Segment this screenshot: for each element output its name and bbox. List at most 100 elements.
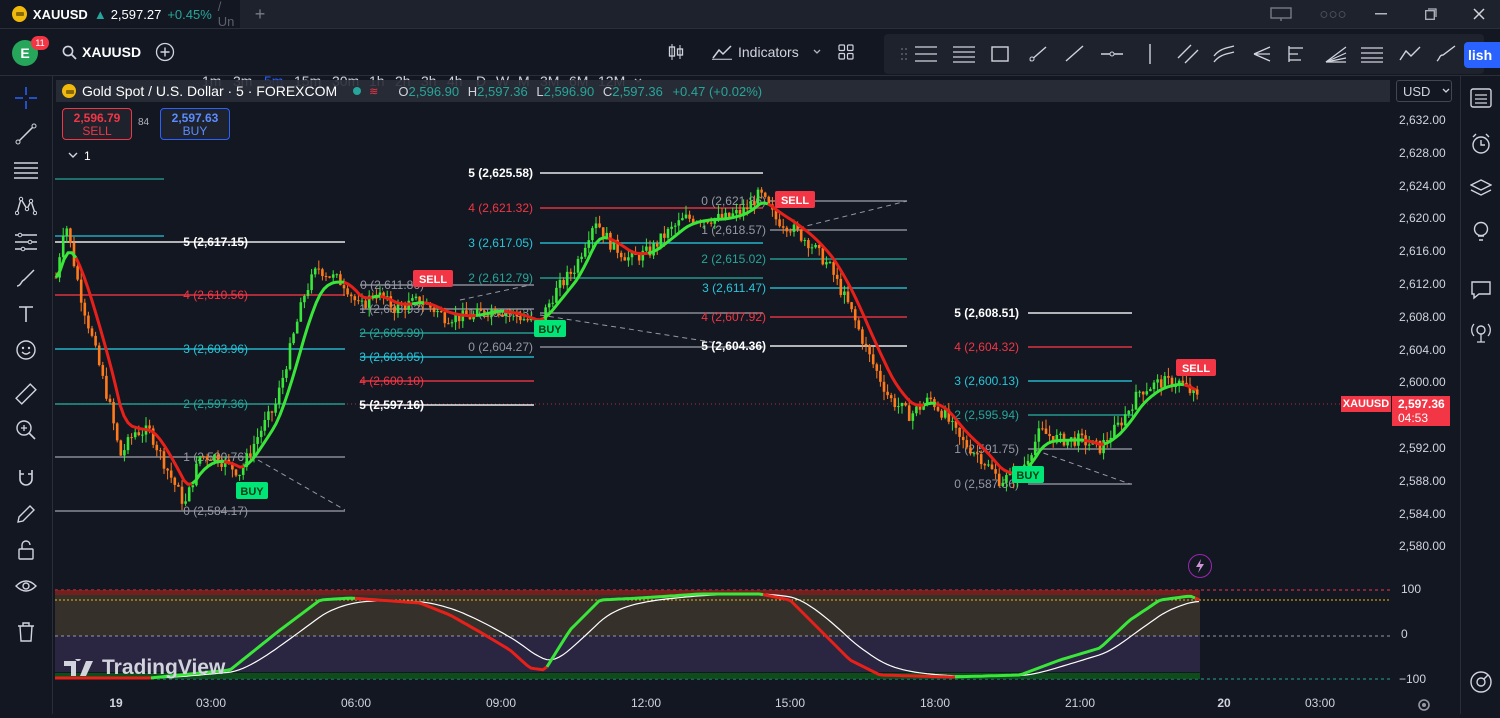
candle-body [588,240,591,248]
oscillator-axis-label: −100 [1399,672,1455,686]
bar-countdown: 04:53 [1398,411,1450,425]
candle-body [480,309,483,311]
indicator-collapse-toggle[interactable]: 1 [68,149,91,163]
oscillator-bottom-band [55,673,1200,679]
candle-body [310,274,313,290]
moving-average-line [372,296,380,297]
candle-body [206,456,209,459]
candle-body [577,259,580,273]
candle-body [746,207,749,209]
candle-body [739,210,742,214]
time-axis-label: 09:00 [486,696,516,710]
candle-body [1038,428,1041,441]
candle-body [1005,475,1008,483]
candle-body [1102,440,1105,453]
candle-body [973,453,976,454]
candle-body [962,437,965,440]
candle-body [120,440,123,455]
candle-body [991,464,994,469]
price-axis-label: 2,580.00 [1399,539,1455,553]
candle-body [325,276,328,277]
spread-value: 84 [138,117,149,128]
candle-body [170,471,173,478]
candle-body [249,453,252,456]
candle-body [728,213,731,217]
candle-body [602,227,605,236]
chevron-down-icon [1442,88,1450,94]
candle-body [451,322,454,323]
fib-level-label: 5 (2,604.36) [701,339,766,353]
candle-body [984,464,987,465]
candle-body [1120,423,1123,426]
candle-body [879,371,882,382]
candle-body [116,423,119,440]
fib-level-label: 2 (2,597.36) [183,397,248,411]
fib-trend-line[interactable] [1035,450,1130,484]
candle-body [951,421,954,422]
candle-body [188,487,191,501]
candle-body [858,320,861,329]
candle-body [861,329,864,343]
price-axis-label: 2,592.00 [1399,441,1455,455]
candle-body [555,288,558,303]
candle-body [778,219,781,226]
time-axis-label: 15:00 [775,696,805,710]
candle-body [760,190,763,193]
candle-body [1041,428,1044,429]
candle-body [825,262,828,264]
price-axis-label: 2,608.00 [1399,310,1455,324]
candle-body [487,315,490,316]
candle-body [1002,483,1005,486]
candle-body [1117,423,1120,425]
candle-body [411,298,414,301]
currency-select[interactable]: USD [1396,80,1452,102]
candle-body [138,432,141,435]
candle-body [987,464,990,465]
candle-body [958,428,961,437]
candle-body [829,262,832,263]
candle-body [1124,414,1127,425]
buy-button[interactable]: 2,597.63 BUY [160,108,230,140]
candle-body [685,215,688,218]
moving-average-line [924,403,936,405]
candle-body [66,228,69,235]
candle-body [354,296,357,300]
candle-body [436,311,439,312]
candle-body [501,315,504,317]
candle-body [1196,389,1199,394]
buy-label: BUY [161,125,229,138]
candle-body [580,257,583,259]
candle-body [98,346,101,366]
time-axis-label: 06:00 [341,696,371,710]
sell-button[interactable]: 2,596.79 SELL [62,108,132,140]
candle-body [444,312,447,323]
candle-body [91,328,94,335]
fib-level-label: 3 (2,617.05) [468,236,533,250]
candle-body [919,407,922,410]
candle-body [393,307,396,313]
candle-body [559,280,562,288]
candle-body [415,297,418,299]
candle-body [1164,376,1167,387]
oscillator-lower-zone [55,636,1200,672]
candle-body [256,437,259,444]
lightning-alert-icon[interactable] [1188,554,1212,578]
candle-body [688,215,691,219]
candle-body [202,456,205,457]
candle-body [681,218,684,220]
candle-body [321,269,324,276]
fib-trend-line[interactable] [258,460,345,510]
fib-level-label: 5 (2,608.51) [954,306,1019,320]
sell-signal-label: SELL [1182,363,1210,375]
candle-body [930,398,933,400]
candle-body [343,285,346,288]
buy-signal-label: BUY [538,324,562,336]
candle-body [134,432,137,437]
settings-gear-icon[interactable] [1416,697,1432,713]
candle-body [562,280,565,285]
fib-trend-line[interactable] [460,285,530,300]
candle-body [966,440,969,447]
candle-body [670,227,673,229]
legend-title[interactable]: Gold Spot / U.S. Dollar · 5 · FOREXCOM [82,83,337,99]
fib-level-label: 5 (2,597.16) [359,398,424,412]
